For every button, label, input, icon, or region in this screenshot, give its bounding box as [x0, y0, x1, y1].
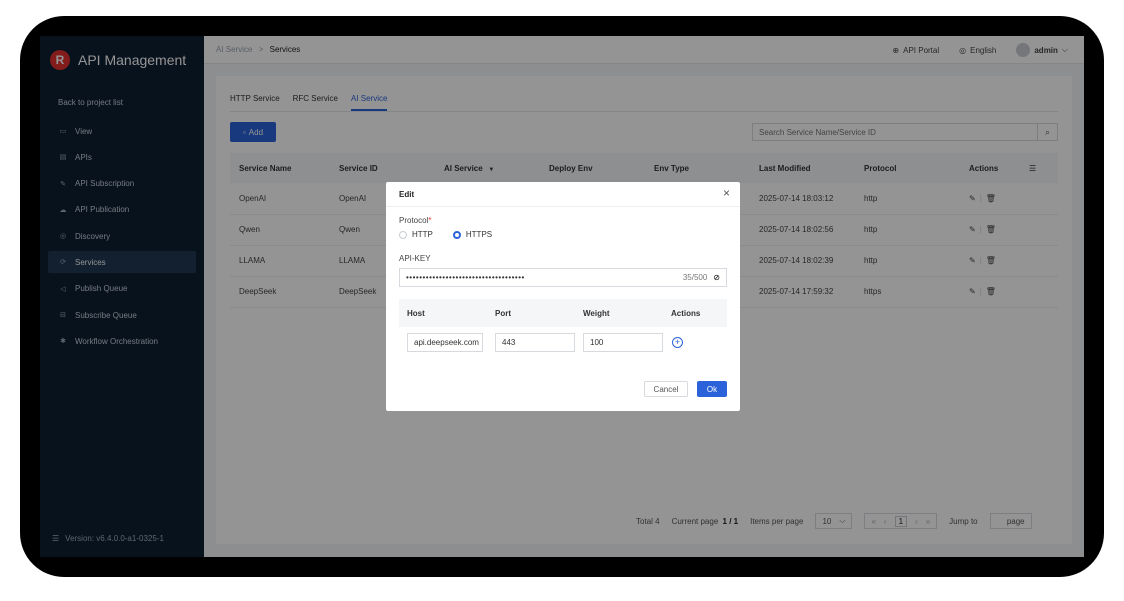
- host-row: api.deepseek.com 443 100 +: [399, 327, 727, 357]
- radio-dot-icon: [399, 230, 407, 239]
- host-actions-cell: +: [663, 336, 727, 348]
- required-mark: *: [428, 216, 432, 225]
- dialog-divider: [386, 206, 740, 207]
- hosts-header: Host Port Weight Actions: [399, 299, 727, 327]
- radio-dot-icon: [452, 230, 461, 239]
- close-icon[interactable]: ×: [723, 186, 730, 200]
- protocol-radio-https[interactable]: HTTPS: [452, 230, 493, 239]
- edit-dialog: Edit × Protocol* HTTP HTTPS API-KEY •••••…: [386, 182, 740, 411]
- add-host-icon[interactable]: +: [672, 336, 683, 348]
- host-column-port: Port: [495, 308, 511, 318]
- host-column-weight: Weight: [583, 308, 610, 318]
- ok-button[interactable]: Ok: [697, 381, 727, 397]
- apikey-field[interactable]: •••••••••••••••••••••••••••••••••••• 35/…: [399, 268, 727, 287]
- hosts-table: Host Port Weight Actions api.deepseek.com 4…: [399, 299, 727, 357]
- apikey-value: ••••••••••••••••••••••••••••••••••••: [406, 273, 525, 282]
- eye-off-icon[interactable]: ⊘: [713, 273, 720, 282]
- cancel-button[interactable]: Cancel: [644, 381, 688, 397]
- port-cell: 443: [487, 332, 575, 352]
- host-cell: api.deepseek.com: [399, 332, 487, 352]
- radio-label: HTTP: [412, 230, 433, 239]
- protocol-label: Protocol: [399, 216, 429, 225]
- protocol-label-wrap: Protocol*: [399, 216, 431, 225]
- protocol-radio-http[interactable]: HTTP: [399, 230, 433, 239]
- apikey-char-count: 35/500: [682, 273, 708, 282]
- weight-cell: 100: [575, 332, 663, 352]
- dialog-title: Edit: [399, 190, 415, 199]
- host-column-actions: Actions: [671, 308, 701, 318]
- host-input[interactable]: api.deepseek.com: [407, 332, 483, 352]
- weight-input[interactable]: 100: [583, 332, 663, 352]
- app-screen: R API Management Back to project list ▭ V…: [40, 36, 1084, 557]
- host-column-host: Host: [407, 308, 425, 318]
- protocol-radio-group: HTTP HTTPS: [399, 230, 492, 239]
- apikey-label: API-KEY: [399, 254, 431, 263]
- radio-label: HTTPS: [465, 230, 493, 239]
- port-input[interactable]: 443: [495, 332, 575, 352]
